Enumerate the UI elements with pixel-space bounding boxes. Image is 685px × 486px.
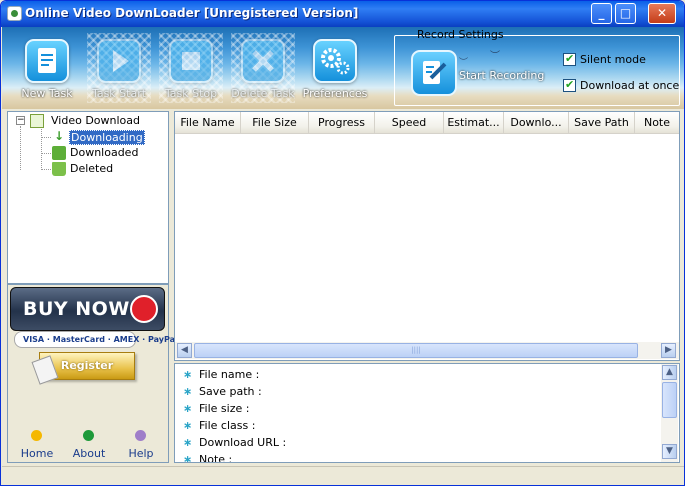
column-header-file-size[interactable]: File Size <box>241 112 309 134</box>
down-arrow-icon: ↓ <box>53 129 65 143</box>
info-file-name: File name : <box>199 368 260 381</box>
status-bar <box>2 466 684 485</box>
tree-node-label: Downloading <box>69 130 145 145</box>
bullet-icon: ∗ <box>183 385 193 398</box>
tree-node-label: Deleted <box>70 162 114 175</box>
checkbox-checked-icon[interactable] <box>563 78 576 92</box>
nav-home-label[interactable]: Home <box>12 447 62 460</box>
nav-about-label[interactable]: About <box>64 447 114 460</box>
buy-now-label: BUY NOW <box>23 298 130 320</box>
document-icon <box>25 39 69 83</box>
column-header-estimated[interactable]: Estimat... <box>444 112 504 134</box>
info-save-path: Save path : <box>199 385 262 398</box>
delete-icon <box>241 39 285 83</box>
payment-cards-strip: VISA · MasterCard · AMEX · PayPal <box>14 331 178 348</box>
scroll-thumb[interactable] <box>662 382 677 418</box>
horizontal-scrollbar[interactable]: ◀ |||| ▶ <box>175 342 679 359</box>
stop-icon <box>169 39 213 83</box>
task-stop-label: Task Stop <box>164 87 218 100</box>
home-dot-icon <box>31 430 42 441</box>
task-info-panel: ∗ File name : ∗ Save path : ∗ File size : ∗… <box>174 363 680 463</box>
window-title: Online Video DownLoader [Unregistered Ve… <box>25 6 359 20</box>
maximize-button[interactable]: □ <box>615 3 636 24</box>
preferences-button[interactable]: Preferences <box>303 33 367 103</box>
play-icon <box>97 39 141 83</box>
category-tree: − Video Download ↓ Downloading Downloade… <box>7 111 169 284</box>
task-start-button[interactable]: Task Start <box>87 33 151 103</box>
column-header-save-path[interactable]: Save Path <box>569 112 635 134</box>
tree-node-label: Downloaded <box>70 146 139 159</box>
vertical-scrollbar[interactable]: ▲ ▼ <box>661 364 678 462</box>
bullet-icon: ∗ <box>183 402 193 415</box>
app-window: Online Video DownLoader [Unregistered Ve… <box>0 0 685 486</box>
toolbar: New Task Task Start Task Stop Delete Tas… <box>2 27 684 109</box>
task-start-label: Task Start <box>91 87 147 100</box>
title-bar[interactable]: Online Video DownLoader [Unregistered Ve… <box>1 1 684 27</box>
register-button[interactable]: Register <box>39 352 135 380</box>
close-button[interactable]: ✕ <box>648 3 676 24</box>
app-icon <box>7 6 22 21</box>
promo-panel: BUY NOW VISA · MasterCard · AMEX · PayPa… <box>7 284 178 463</box>
bullet-icon: ∗ <box>183 419 193 432</box>
new-task-button[interactable]: New Task <box>15 33 79 103</box>
minimize-button[interactable]: _ <box>591 3 612 24</box>
tree-line <box>41 153 51 154</box>
sidebar: − Video Download ↓ Downloading Downloade… <box>7 111 178 463</box>
task-stop-button[interactable]: Task Stop <box>159 33 223 103</box>
register-label: Register <box>60 359 114 372</box>
tree-line <box>41 129 42 170</box>
table-header: File Name File Size Progress Speed Estim… <box>175 112 679 134</box>
downloaded-icon <box>52 146 66 160</box>
info-download-url: Download URL : <box>199 436 287 449</box>
start-recording-button[interactable] <box>411 50 457 96</box>
help-dot-icon <box>135 430 146 441</box>
tree-line <box>20 126 21 170</box>
buy-now-button[interactable]: BUY NOW <box>10 287 165 331</box>
gears-icon <box>313 39 357 83</box>
info-note: Note : <box>199 453 233 463</box>
record-settings-group: Record Settings Start Recording Silent m… <box>394 28 680 106</box>
trash-icon <box>52 162 66 176</box>
buy-arrow-icon <box>130 295 158 323</box>
tree-node-label: Video Download <box>51 114 140 127</box>
download-at-once-label: Download at once <box>580 79 680 92</box>
nav-help-label[interactable]: Help <box>116 447 166 460</box>
bullet-icon: ∗ <box>183 436 193 449</box>
delete-task-button[interactable]: Delete Task <box>231 33 295 103</box>
column-header-note[interactable]: Note <box>635 112 679 134</box>
scroll-left-icon[interactable]: ◀ <box>177 343 192 358</box>
task-list: File Name File Size Progress Speed Estim… <box>174 111 680 361</box>
collapse-icon[interactable]: − <box>16 116 25 125</box>
column-header-file-name[interactable]: File Name <box>175 112 241 134</box>
folder-icon <box>30 114 44 128</box>
delete-task-label: Delete Task <box>231 87 295 100</box>
scroll-up-icon[interactable]: ▲ <box>662 365 677 380</box>
tree-line <box>41 137 51 138</box>
preferences-label: Preferences <box>302 87 368 100</box>
info-file-size: File size : <box>199 402 250 415</box>
record-settings-legend: Record Settings <box>417 28 504 41</box>
bullet-icon: ∗ <box>183 453 193 463</box>
column-header-downloaded[interactable]: Downlo... <box>504 112 569 134</box>
tree-line <box>41 169 51 170</box>
column-header-progress[interactable]: Progress <box>309 112 375 134</box>
scroll-thumb[interactable]: |||| <box>194 343 638 358</box>
checkbox-checked-icon[interactable] <box>563 52 576 66</box>
new-task-label: New Task <box>21 87 73 100</box>
silent-mode-label: Silent mode <box>580 53 646 66</box>
column-header-speed[interactable]: Speed <box>375 112 444 134</box>
scroll-down-icon[interactable]: ▼ <box>662 444 677 459</box>
about-dot-icon <box>83 430 94 441</box>
info-file-class: File class : <box>199 419 256 432</box>
scroll-right-icon[interactable]: ▶ <box>661 343 676 358</box>
bullet-icon: ∗ <box>183 368 193 381</box>
start-recording-label[interactable]: Start Recording <box>459 69 544 82</box>
